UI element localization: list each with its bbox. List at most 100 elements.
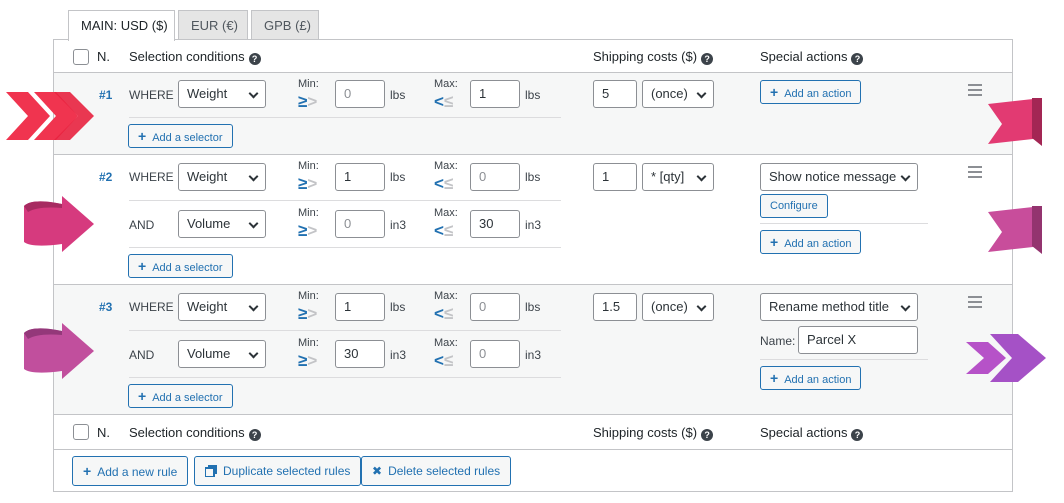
min-input[interactable]: 0: [335, 210, 385, 238]
column-shipping-costs: Shipping costs ($)?: [593, 49, 714, 65]
method-title-input[interactable]: Parcel X: [798, 326, 918, 354]
selected-value: Show notice message: [769, 169, 897, 184]
action-type-dropdown[interactable]: Show notice message: [760, 163, 918, 191]
help-icon[interactable]: ?: [701, 429, 714, 441]
divider: [129, 330, 561, 331]
action-type-dropdown[interactable]: Rename method title: [760, 293, 918, 321]
selected-value: Volume: [187, 346, 231, 361]
less-equal-icon: <≤: [434, 92, 454, 111]
duplicate-rules-button[interactable]: Duplicate selected rules: [194, 456, 362, 486]
add-action-button[interactable]: + Add an action: [760, 366, 862, 390]
add-action-button[interactable]: + Add an action: [760, 230, 862, 254]
duplicate-icon: [205, 465, 217, 477]
configure-button[interactable]: Configure: [760, 194, 828, 218]
cost-input[interactable]: 5: [593, 80, 637, 108]
chevron-down-icon: [696, 88, 707, 99]
column-label: Shipping costs ($): [593, 49, 698, 64]
max-input[interactable]: 0: [470, 163, 520, 191]
min-input[interactable]: 1: [335, 293, 385, 321]
button-label: Add a new rule: [97, 465, 178, 479]
less-equal-icon: <≤: [434, 351, 454, 370]
plus-icon: +: [83, 463, 92, 479]
column-shipping-costs: Shipping costs ($)?: [593, 425, 714, 441]
unit-label: in3: [525, 218, 542, 232]
column-label: Special actions: [760, 425, 848, 440]
less-equal-icon: <≤: [434, 174, 454, 193]
help-icon[interactable]: ?: [248, 429, 261, 441]
unit-label: lbs: [525, 300, 541, 314]
plus-icon: +: [138, 258, 147, 274]
right-arrow-3-icon: [966, 334, 1046, 382]
select-all-checkbox[interactable]: [73, 424, 89, 440]
drag-handle-icon[interactable]: [968, 84, 982, 99]
button-label: Delete selected rules: [388, 464, 501, 478]
cost-mode-dropdown[interactable]: (once): [642, 80, 714, 108]
unit-label: lbs: [390, 300, 406, 314]
add-action-button[interactable]: + Add an action: [760, 80, 862, 104]
cost-mode-dropdown[interactable]: (once): [642, 293, 714, 321]
rule-number: #2: [99, 170, 113, 184]
add-selector-button[interactable]: + Add a selector: [128, 124, 233, 148]
selector-dropdown[interactable]: Volume: [178, 210, 266, 238]
right-ribbon-1-icon: [988, 98, 1042, 146]
column-selection-conditions: Selection conditions?: [129, 49, 261, 65]
selector-dropdown[interactable]: Weight: [178, 293, 266, 321]
help-icon[interactable]: ?: [248, 53, 261, 65]
help-icon[interactable]: ?: [851, 429, 864, 441]
max-input[interactable]: 0: [470, 293, 520, 321]
condition-operator: WHERE: [129, 88, 174, 102]
help-icon[interactable]: ?: [701, 53, 714, 65]
column-number: N.: [97, 425, 110, 440]
help-icon[interactable]: ?: [851, 53, 864, 65]
divider: [129, 377, 561, 378]
min-label: Min:: [298, 160, 319, 172]
condition-operator: WHERE: [129, 170, 174, 184]
selected-value: * [qty]: [651, 169, 685, 184]
max-input[interactable]: 30: [470, 210, 520, 238]
min-label: Min:: [298, 78, 319, 90]
max-label: Max:: [434, 207, 458, 219]
greater-equal-icon: ≥>: [298, 304, 318, 323]
add-selector-button[interactable]: + Add a selector: [128, 254, 233, 278]
chevron-down-icon: [248, 348, 259, 359]
selector-dropdown[interactable]: Volume: [178, 340, 266, 368]
min-input[interactable]: 0: [335, 80, 385, 108]
selector-dropdown[interactable]: Weight: [178, 80, 266, 108]
button-label: Configure: [770, 200, 818, 212]
max-input[interactable]: 1: [470, 80, 520, 108]
left-arrow-1-icon: [6, 92, 94, 140]
cost-input[interactable]: 1: [593, 163, 637, 191]
plus-icon: +: [770, 370, 779, 386]
unit-label: lbs: [390, 170, 406, 184]
column-special-actions: Special actions?: [760, 425, 864, 441]
delete-rules-button[interactable]: ✖ Delete selected rules: [361, 456, 512, 486]
chevron-down-icon: [248, 301, 259, 312]
drag-handle-icon[interactable]: [968, 296, 982, 311]
max-input[interactable]: 0: [470, 340, 520, 368]
column-selection-conditions: Selection conditions?: [129, 425, 261, 441]
selected-value: Weight: [187, 169, 228, 184]
drag-handle-icon[interactable]: [968, 166, 982, 181]
min-input[interactable]: 30: [335, 340, 385, 368]
less-equal-icon: <≤: [434, 304, 454, 323]
button-label: Add an action: [784, 88, 852, 100]
max-label: Max:: [434, 290, 458, 302]
add-selector-button[interactable]: + Add a selector: [128, 384, 233, 408]
cost-input[interactable]: 1.5: [593, 293, 637, 321]
cost-mode-dropdown[interactable]: * [qty]: [642, 163, 714, 191]
divider: [760, 223, 928, 224]
column-label: Special actions: [760, 49, 848, 64]
max-label: Max:: [434, 78, 458, 90]
min-label: Min:: [298, 290, 319, 302]
less-equal-icon: <≤: [434, 221, 454, 240]
selector-dropdown[interactable]: Weight: [178, 163, 266, 191]
condition-operator: AND: [129, 218, 155, 232]
add-rule-button[interactable]: + Add a new rule: [72, 456, 189, 486]
divider: [129, 117, 561, 118]
min-input[interactable]: 1: [335, 163, 385, 191]
selected-value: Weight: [187, 86, 228, 101]
chevron-down-icon: [248, 88, 259, 99]
right-ribbon-2-icon: [988, 206, 1042, 254]
max-label: Max:: [434, 160, 458, 172]
select-all-checkbox[interactable]: [73, 49, 89, 65]
